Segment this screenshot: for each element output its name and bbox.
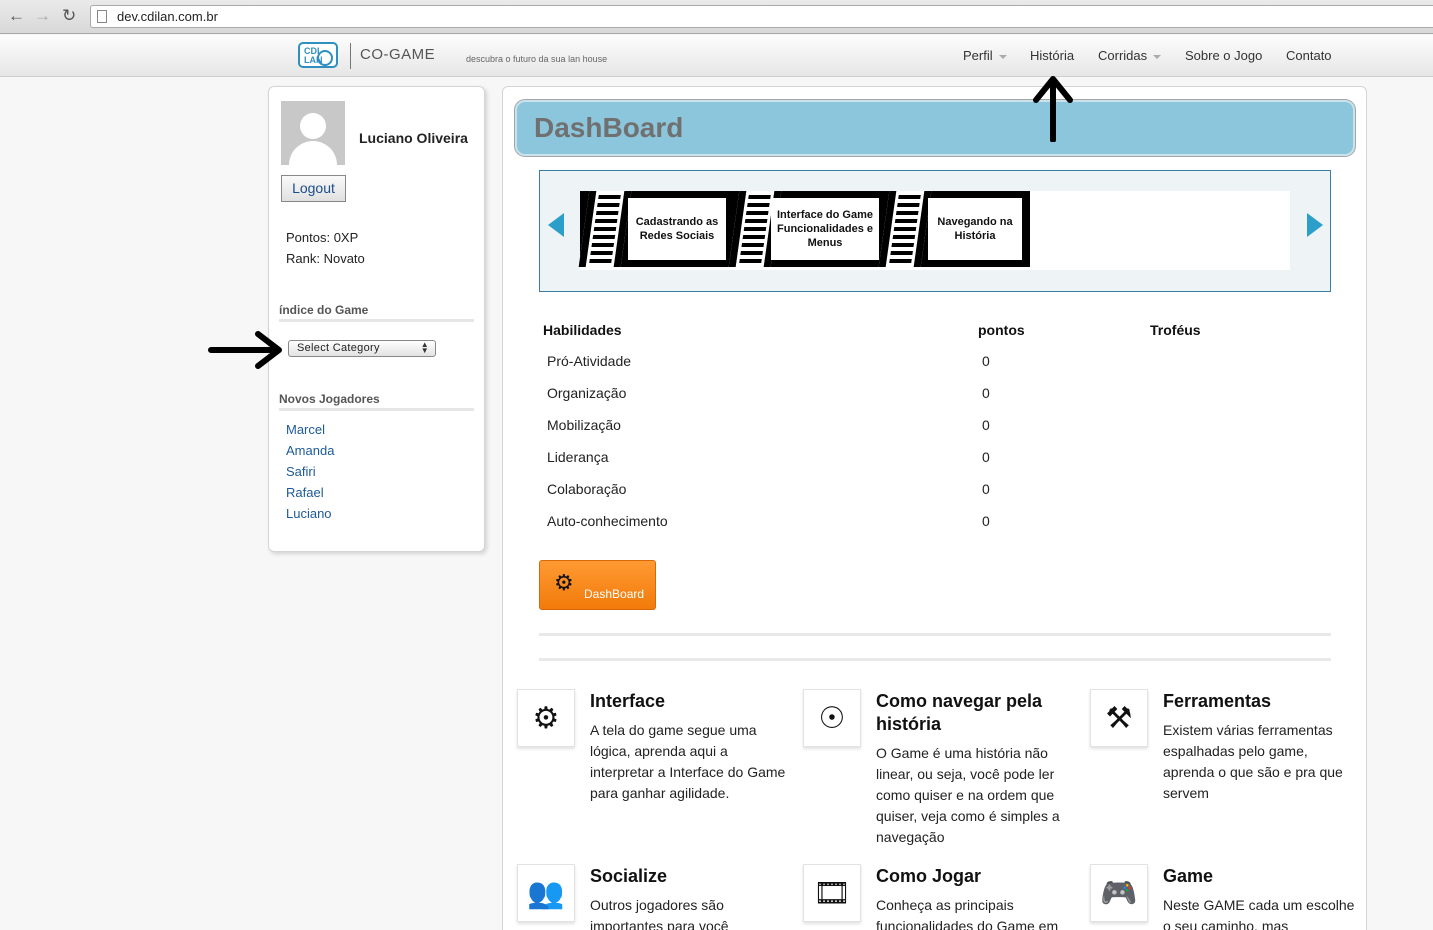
gear-icon: ⚙	[532, 701, 560, 735]
avatar	[281, 101, 345, 165]
feature-text: Conheça as principais funcionalidades do…	[876, 897, 1059, 930]
page-icon	[97, 10, 107, 23]
chevron-down-icon	[998, 54, 1007, 59]
new-players-heading: Novos Jogadores	[279, 392, 380, 406]
skill-points: 0	[982, 481, 990, 497]
index-heading: índice do Game	[279, 303, 369, 317]
game-tile[interactable]: 🎮	[1090, 864, 1148, 922]
slide-item[interactable]: Interface do Game Funcionalidades e Menu…	[771, 198, 879, 260]
player-link[interactable]: Luciano	[286, 506, 332, 521]
annotation-up-arrow-icon	[1033, 76, 1073, 142]
page-title: DashBoard	[534, 112, 684, 143]
site-logo[interactable]: CDI LAN	[298, 42, 338, 68]
slide-item[interactable]: Navegando na História	[928, 198, 1022, 260]
player-link[interactable]: Marcel	[286, 422, 325, 437]
player-link[interactable]: Safiri	[286, 464, 316, 479]
table-header: Troféus	[1150, 322, 1201, 338]
feature-text: Neste GAME cada um escolhe o seu caminho…	[1163, 897, 1355, 930]
skill-points: 0	[982, 417, 990, 433]
player-link[interactable]: Amanda	[286, 443, 334, 458]
carousel-prev-icon[interactable]	[548, 213, 564, 237]
address-bar[interactable]: dev.cdilan.com.br	[90, 5, 1433, 28]
slide-item[interactable]: Cadastrando as Redes Sociais	[628, 198, 726, 260]
forward-icon[interactable]: →	[34, 6, 51, 26]
interface-tile[interactable]: ⚙	[517, 689, 575, 747]
tools-tile[interactable]: ⚒	[1090, 689, 1148, 747]
gear-icon: ⚙	[554, 570, 574, 595]
feature-text: O Game é uma história não linear, ou sej…	[876, 745, 1060, 845]
user-name: Luciano Oliveira	[359, 130, 468, 146]
menu-corridas[interactable]: Corridas	[1098, 48, 1162, 63]
updown-icon: ▲ ▼	[420, 340, 429, 355]
points-text: Pontos: 0XP	[286, 230, 359, 245]
feature-text: Outros jogadores são importantes para vo…	[590, 897, 729, 930]
divider	[539, 633, 1331, 636]
menu-label: Perfil	[963, 48, 993, 63]
how-to-play-tile[interactable]: 🎞	[803, 864, 861, 922]
feature-title[interactable]: Ferramentas	[1163, 690, 1363, 713]
carousel-next-icon[interactable]	[1307, 213, 1323, 237]
skill-name: Colaboração	[547, 481, 627, 497]
skill-name: Organização	[547, 385, 627, 401]
feature-title[interactable]: Como navegar pela história	[876, 690, 1076, 736]
table-header: pontos	[978, 322, 1025, 338]
rank-text: Rank: Novato	[286, 251, 365, 266]
navigation-tile[interactable]: ☉	[803, 689, 861, 747]
menu-label: História	[1030, 48, 1075, 63]
feature-title[interactable]: Como Jogar	[876, 865, 1076, 888]
skill-name: Liderança	[547, 449, 609, 465]
menu-label: Sobre o Jogo	[1185, 48, 1263, 63]
menu-label: Corridas	[1098, 48, 1148, 63]
chevron-down-icon	[1153, 54, 1162, 59]
menu-historia[interactable]: História	[1030, 48, 1074, 63]
reload-icon[interactable]: ↻	[62, 6, 76, 26]
skill-points: 0	[982, 513, 990, 529]
tools-icon: ⚒	[1105, 701, 1133, 735]
divider	[539, 658, 1331, 661]
brand-name: CO-GAME	[360, 46, 436, 63]
logo-divider	[350, 43, 351, 69]
users-icon: 👥	[527, 876, 565, 910]
annotation-right-arrow-icon	[208, 331, 282, 369]
menu-perfil[interactable]: Perfil	[963, 48, 1007, 63]
dashboard-header: DashBoard	[515, 100, 1355, 156]
feature-text: Existem várias ferramentas espalhadas pe…	[1163, 722, 1343, 801]
skill-name: Mobilização	[547, 417, 621, 433]
feature-title[interactable]: Interface	[590, 690, 790, 713]
dashboard-button-label: DashBoard	[584, 587, 645, 601]
divider	[279, 319, 474, 322]
feature-title[interactable]: Game	[1163, 865, 1363, 888]
gamepad-icon: 🎮	[1100, 876, 1138, 910]
menu-label: Contato	[1286, 48, 1332, 63]
socialize-tile[interactable]: 👥	[517, 864, 575, 922]
skill-name: Auto-conhecimento	[547, 513, 668, 529]
skill-points: 0	[982, 385, 990, 401]
skill-name: Pró-Atividade	[547, 353, 632, 369]
feature-text: A tela do game segue uma lógica, aprenda…	[590, 722, 786, 801]
back-icon[interactable]: ←	[8, 6, 25, 26]
url-text: dev.cdilan.com.br	[117, 9, 218, 24]
divider	[279, 408, 474, 411]
dashboard-button[interactable]: ⚙ DashBoard	[539, 560, 656, 610]
skill-points: 0	[982, 449, 990, 465]
menu-sobre-o-jogo[interactable]: Sobre o Jogo	[1185, 48, 1262, 63]
menu-contato[interactable]: Contato	[1286, 48, 1332, 63]
tagline: descubra o futuro da sua lan house	[466, 54, 608, 64]
feature-title[interactable]: Socialize	[590, 865, 790, 888]
compass-icon: ☉	[818, 701, 846, 735]
skill-points: 0	[982, 353, 990, 369]
select-value: Select Category	[297, 342, 380, 354]
category-select[interactable]: Select Category ▲ ▼	[288, 340, 436, 357]
table-header: Habilidades	[543, 322, 622, 338]
player-link[interactable]: Rafael	[286, 485, 324, 500]
film-icon: 🎞	[812, 876, 852, 910]
logout-button[interactable]: Logout	[281, 175, 346, 202]
